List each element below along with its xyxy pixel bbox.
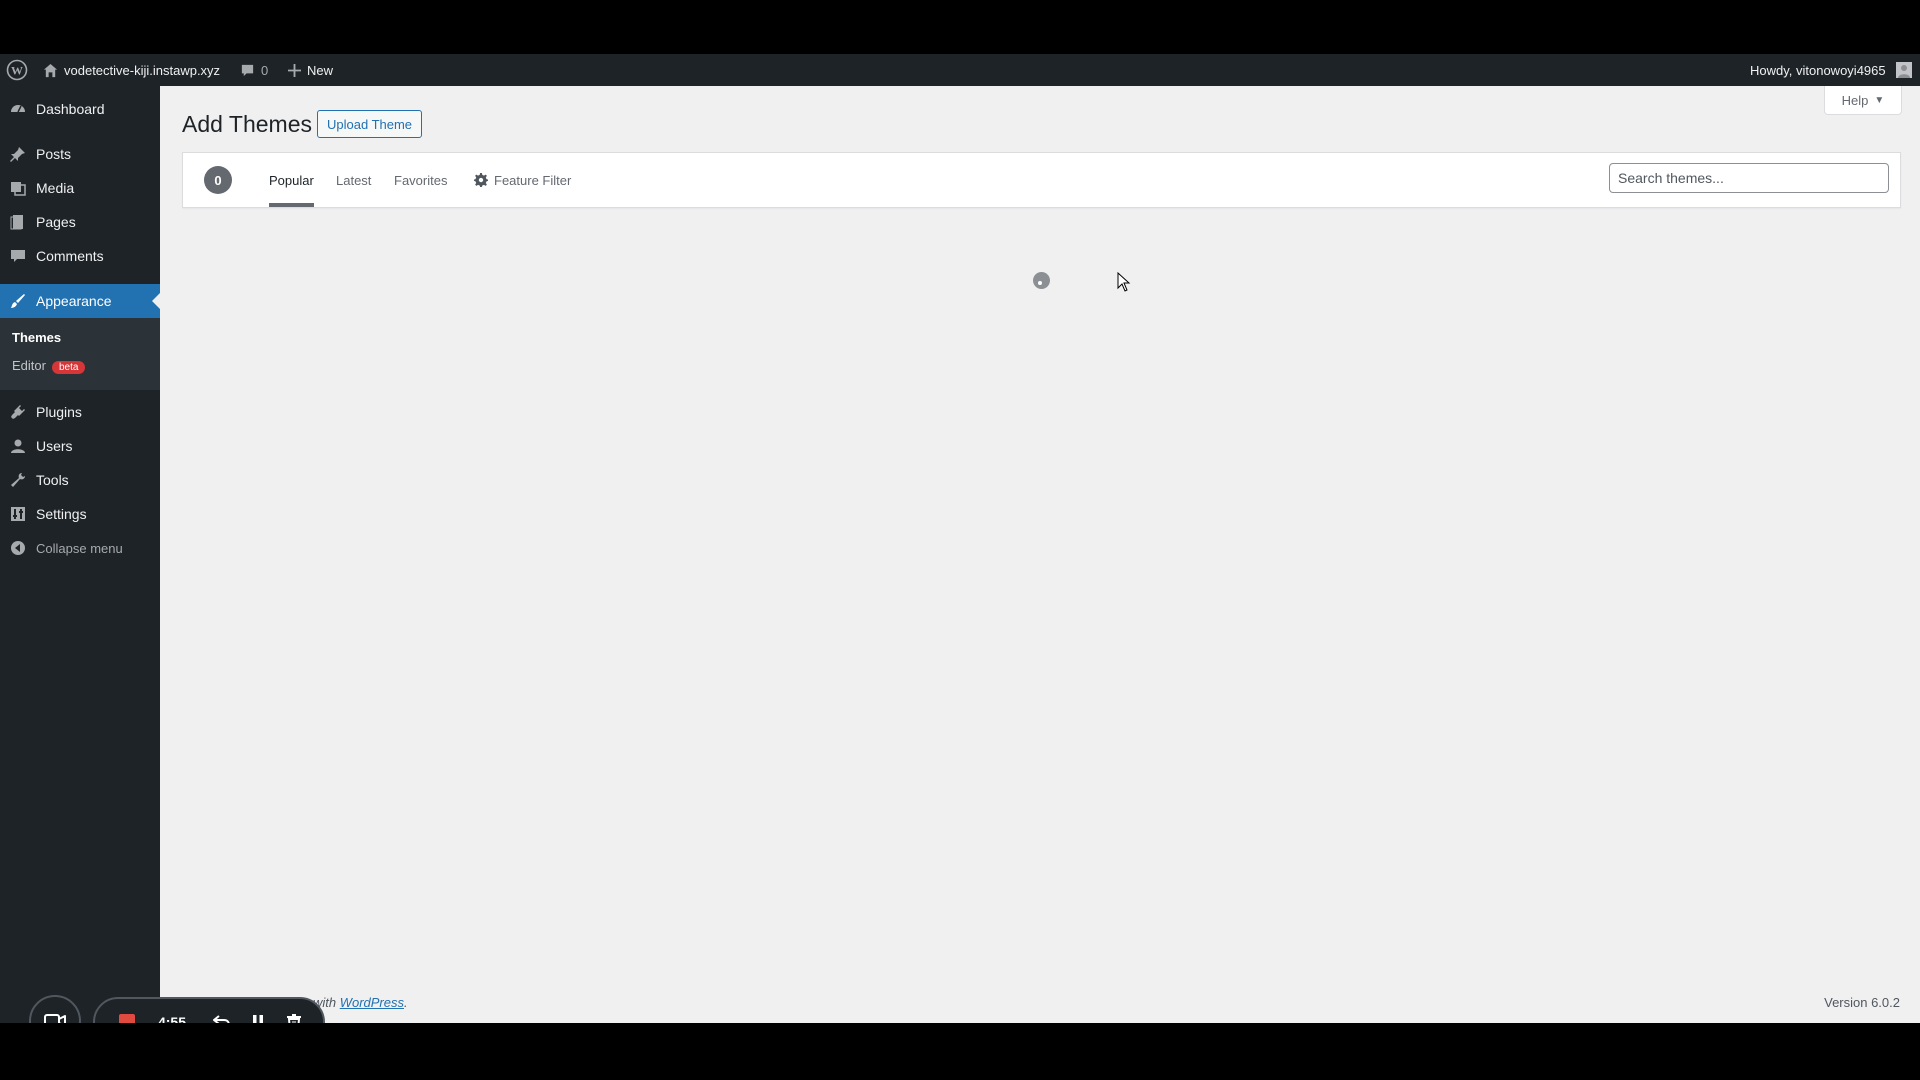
page-title: Add Themes bbox=[182, 111, 312, 137]
pause-icon bbox=[253, 1015, 263, 1023]
media-icon bbox=[0, 180, 36, 196]
wordpress-logo-icon[interactable]: W bbox=[6, 54, 28, 86]
sidebar-item-settings[interactable]: Settings bbox=[0, 497, 160, 531]
footer-thanks-period: . bbox=[404, 995, 408, 1010]
submenu-item-themes[interactable]: Themes bbox=[12, 330, 61, 345]
sidebar-item-pages[interactable]: Pages bbox=[0, 205, 160, 239]
recording-controls: 4:55 bbox=[93, 997, 325, 1023]
new-content-link[interactable]: New bbox=[288, 54, 333, 86]
restart-recording-button[interactable] bbox=[207, 999, 237, 1023]
user-avatar-icon bbox=[1897, 65, 1910, 78]
new-label: New bbox=[307, 62, 334, 78]
feature-filter-label: Feature Filter bbox=[494, 172, 572, 188]
comment-icon bbox=[241, 64, 254, 76]
site-name-link[interactable]: vodetective-kiji.instawp.xyz bbox=[43, 54, 220, 86]
editor-label: Editor bbox=[12, 358, 46, 373]
recording-timer: 4:55 bbox=[147, 999, 197, 1023]
sidebar-item-dashboard[interactable]: Dashboard bbox=[0, 92, 160, 126]
version-text: Version 6.0.2 bbox=[1824, 995, 1900, 1010]
comments-count: 0 bbox=[261, 62, 269, 78]
user-icon bbox=[0, 438, 36, 454]
recording-time: 4:55 bbox=[157, 1014, 187, 1023]
pause-recording-button[interactable] bbox=[243, 999, 273, 1023]
site-name: vodetective-kiji.instawp.xyz bbox=[64, 62, 221, 78]
admin-sidebar: Dashboard Posts Media Pages Comments App… bbox=[0, 86, 160, 1023]
comments-link[interactable]: 0 bbox=[240, 54, 268, 86]
theme-count-badge: 0 bbox=[204, 166, 232, 194]
submenu-item-editor[interactable]: Editor beta bbox=[12, 358, 86, 374]
sidebar-item-posts[interactable]: Posts bbox=[0, 137, 160, 171]
undo-icon bbox=[213, 1015, 230, 1023]
beta-badge: beta bbox=[51, 361, 86, 374]
comment-icon bbox=[0, 248, 36, 264]
loading-spinner bbox=[1033, 272, 1050, 289]
search-themes-input[interactable] bbox=[1609, 163, 1889, 193]
stop-square-icon bbox=[119, 1014, 135, 1023]
sidebar-item-media[interactable]: Media bbox=[0, 171, 160, 205]
wrench-icon bbox=[0, 472, 36, 488]
wordpress-link[interactable]: WordPress bbox=[340, 995, 404, 1010]
theme-filter-bar: 0 Popular Latest Favorites Feature Filte… bbox=[182, 152, 1901, 208]
appearance-submenu: Themes Editor beta bbox=[0, 318, 160, 390]
collapse-menu-button[interactable]: Collapse menu bbox=[0, 531, 160, 565]
tab-favorites[interactable]: Favorites bbox=[394, 153, 447, 207]
trash-icon bbox=[287, 1014, 301, 1023]
help-button[interactable]: Help ▼ bbox=[1824, 86, 1902, 115]
howdy-text: Howdy, vitonowoyi4965 bbox=[1750, 62, 1886, 78]
admin-bar: W vodetective-kiji.instawp.xyz 0 New How… bbox=[0, 54, 1920, 86]
sidebar-item-users[interactable]: Users bbox=[0, 429, 160, 463]
video-camera-icon bbox=[44, 1014, 66, 1023]
account-menu[interactable]: Howdy, vitonowoyi4965 bbox=[1750, 54, 1912, 86]
home-icon bbox=[43, 63, 58, 77]
sidebar-item-plugins[interactable]: Plugins bbox=[0, 395, 160, 429]
dashboard-icon bbox=[0, 101, 36, 117]
caret-down-icon: ▼ bbox=[1874, 94, 1885, 106]
current-menu-arrow bbox=[152, 293, 160, 309]
gear-icon bbox=[474, 173, 488, 187]
sidebar-item-appearance[interactable]: Appearance bbox=[0, 284, 160, 318]
mouse-cursor-icon bbox=[1117, 272, 1131, 292]
settings-icon bbox=[0, 506, 36, 522]
collapse-icon bbox=[0, 540, 36, 556]
delete-recording-button[interactable] bbox=[279, 999, 309, 1023]
stop-recording-button[interactable] bbox=[119, 999, 135, 1023]
svg-text:W: W bbox=[11, 64, 23, 78]
wordpress-admin-window: W vodetective-kiji.instawp.xyz 0 New How… bbox=[0, 54, 1920, 1023]
plug-icon bbox=[0, 404, 36, 420]
upload-theme-button[interactable]: Upload Theme bbox=[317, 110, 423, 138]
avatar bbox=[1895, 62, 1912, 78]
page-icon bbox=[0, 214, 36, 230]
tab-latest[interactable]: Latest bbox=[336, 153, 371, 207]
pin-icon bbox=[0, 146, 36, 162]
sidebar-item-comments[interactable]: Comments bbox=[0, 239, 160, 273]
feature-filter-button[interactable]: Feature Filter bbox=[474, 153, 571, 207]
sidebar-item-tools[interactable]: Tools bbox=[0, 463, 160, 497]
plus-icon bbox=[288, 63, 301, 77]
tab-popular[interactable]: Popular bbox=[269, 153, 314, 207]
help-label: Help bbox=[1841, 92, 1869, 108]
brush-icon bbox=[0, 293, 36, 309]
